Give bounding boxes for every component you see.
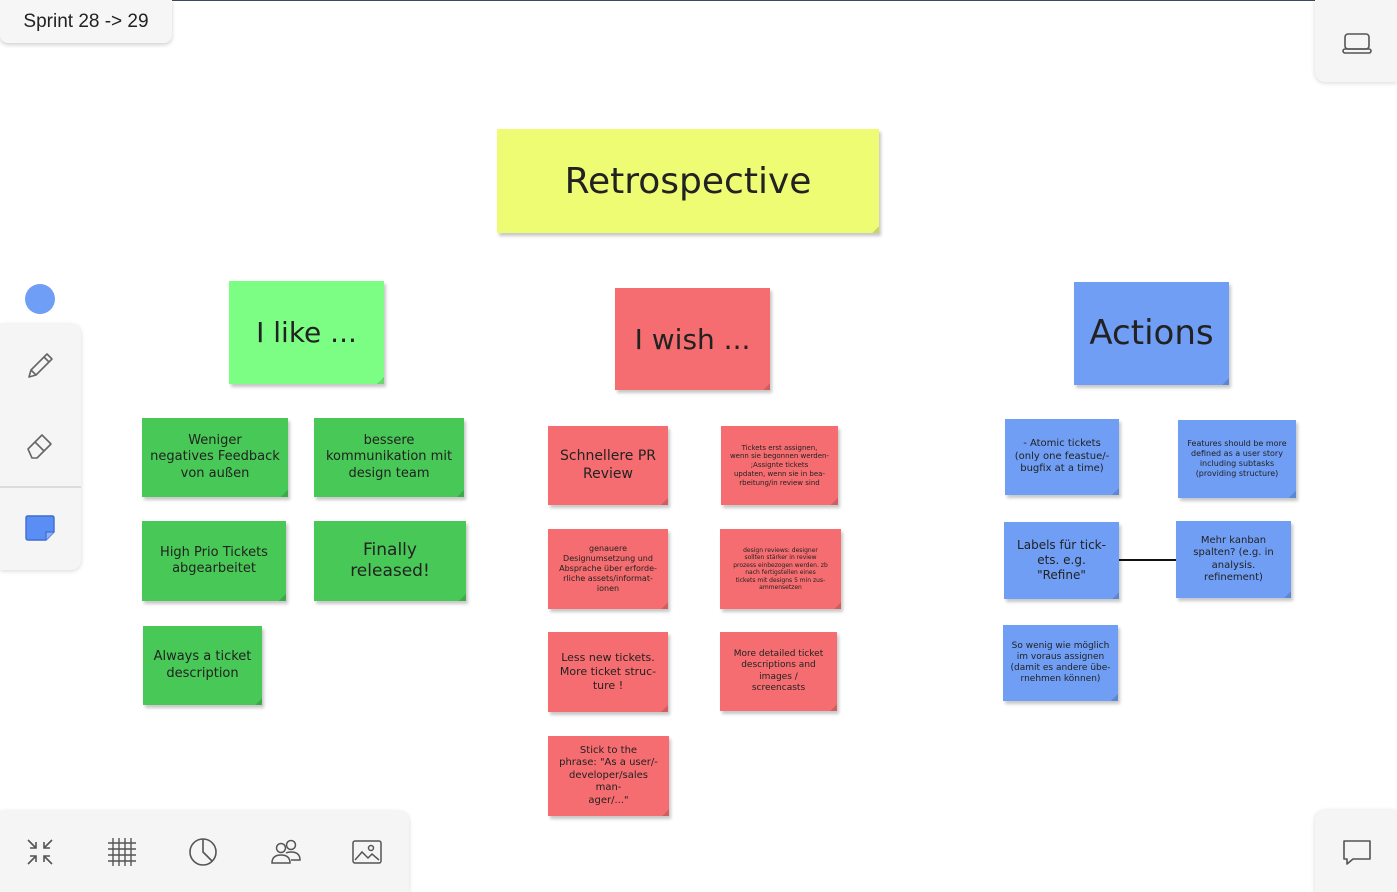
collapse-arrows-icon[interactable] [20, 832, 60, 872]
eraser-icon[interactable] [20, 426, 60, 466]
sticky-note-icon[interactable] [20, 510, 60, 546]
grid-icon[interactable] [102, 832, 142, 872]
sticky-note-like[interactable]: Finally released! [314, 521, 466, 601]
laptop-icon[interactable] [1339, 28, 1375, 58]
sticky-note-like[interactable]: bessere kommunikation mit design team [314, 418, 464, 497]
sticky-note-like[interactable]: Weniger negatives Feedback von außen [142, 418, 288, 497]
top-border [0, 0, 1397, 1]
sticky-note-action[interactable]: So wenig wie möglich im voraus assignen … [1003, 625, 1118, 701]
image-icon[interactable] [347, 832, 387, 872]
sticky-note-i-like[interactable]: I like ... [229, 281, 384, 384]
bottom-right-panel [1315, 810, 1397, 892]
sticky-note-like[interactable]: High Prio Tickets abgearbeitet [142, 521, 286, 601]
chat-bubble-icon[interactable] [1339, 836, 1375, 868]
bottom-toolbar [0, 811, 409, 892]
pencil-icon[interactable] [20, 346, 60, 386]
sticky-note-action[interactable]: Labels für tick- ets. e.g. "Refine" [1004, 522, 1119, 599]
pie-timer-icon[interactable] [183, 832, 223, 872]
left-toolbar [0, 324, 81, 570]
sticky-note-wish[interactable]: More detailed ticket descriptions and im… [720, 632, 837, 711]
users-icon[interactable] [265, 832, 307, 872]
toolbar-divider [0, 486, 81, 488]
sticky-note-action[interactable]: - Atomic tickets (only one feastue/- bug… [1005, 419, 1119, 495]
sticky-note-i-wish[interactable]: I wish ... [615, 288, 770, 390]
sticky-note-actions[interactable]: Actions [1074, 282, 1229, 385]
note-connector-line[interactable] [1119, 559, 1176, 561]
sticky-note-wish[interactable]: Stick to the phrase: "As a user/- develo… [548, 736, 669, 816]
sticky-note-title[interactable]: Retrospective [497, 129, 879, 233]
sticky-note-action[interactable]: Features should be more defined as a use… [1178, 420, 1296, 498]
sticky-note-wish[interactable]: Less new tickets. More ticket struc- tur… [548, 632, 668, 712]
board-title[interactable]: Sprint 28 -> 29 [0, 0, 172, 43]
sticky-note-wish[interactable]: Tickets erst assignen, wenn sie begonnen… [721, 426, 838, 505]
sticky-note-action[interactable]: Mehr kanban spalten? (e.g. in analysis. … [1176, 521, 1291, 598]
sticky-note-wish[interactable]: Schnellere PR Review [548, 426, 668, 505]
sticky-note-wish[interactable]: genauere Designumsetzung und Absprache ü… [548, 529, 668, 609]
color-picker-dot[interactable] [25, 284, 55, 314]
sticky-note-wish[interactable]: design reviews: designer sollten stärker… [720, 529, 841, 609]
sticky-note-like[interactable]: Always a ticket description [143, 626, 262, 705]
top-right-panel [1315, 0, 1397, 82]
